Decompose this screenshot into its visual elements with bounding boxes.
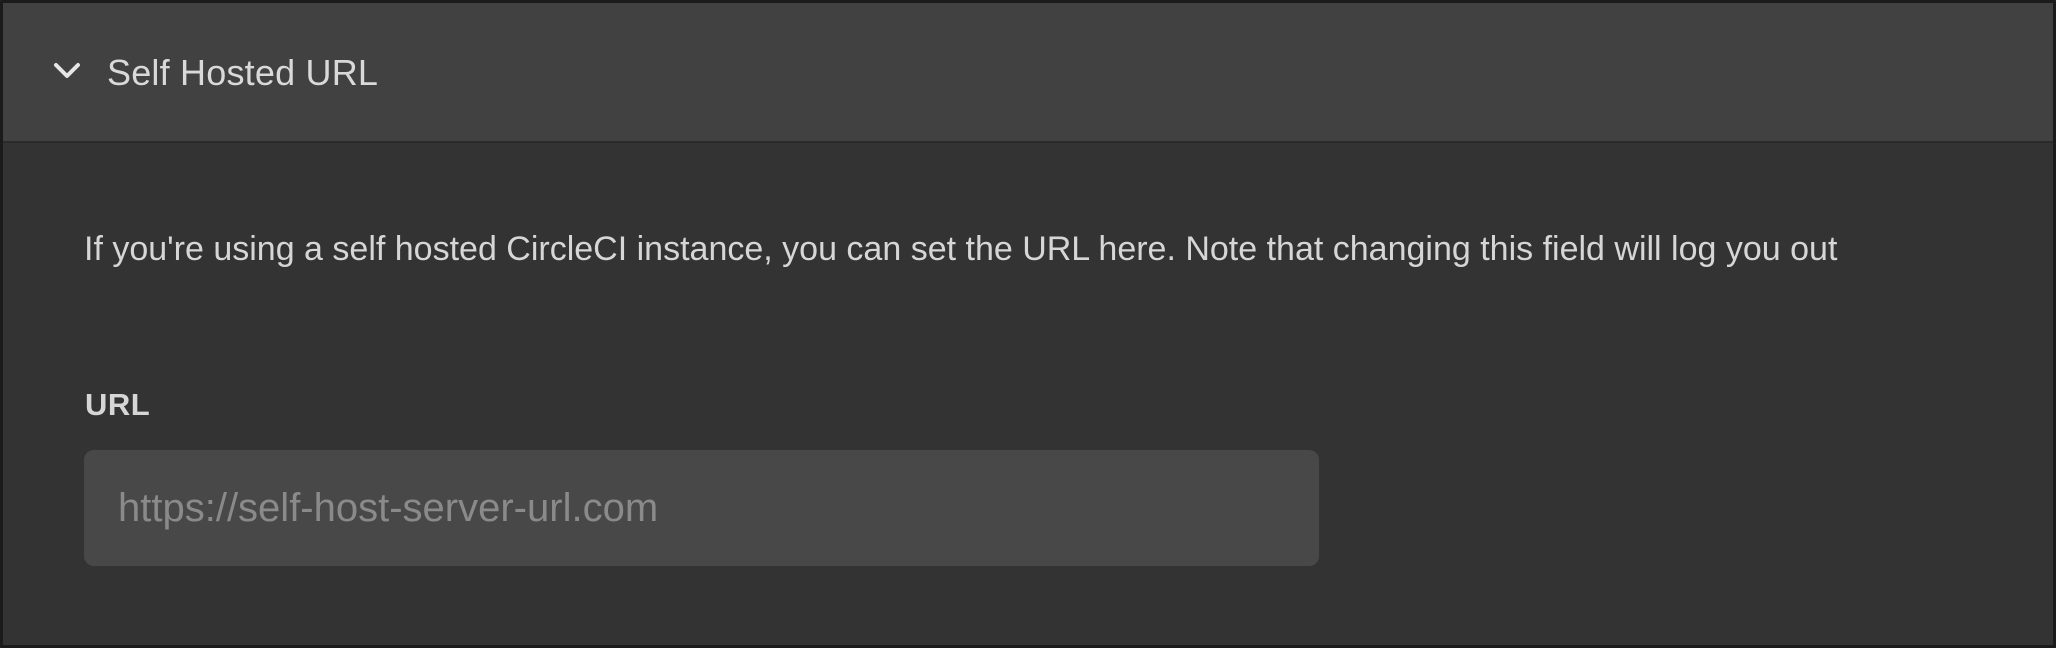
- chevron-down-icon[interactable]: [53, 61, 81, 81]
- section-title: Self Hosted URL: [107, 52, 379, 93]
- section-header[interactable]: Self Hosted URL: [3, 3, 2053, 143]
- url-field-label: URL: [85, 387, 151, 422]
- self-hosted-url-panel: Self Hosted URL If you're using a self h…: [0, 0, 2056, 648]
- section-content: If you're using a self hosted CircleCI i…: [3, 143, 2053, 645]
- section-description: If you're using a self hosted CircleCI i…: [84, 230, 1838, 268]
- url-input[interactable]: [84, 450, 1319, 566]
